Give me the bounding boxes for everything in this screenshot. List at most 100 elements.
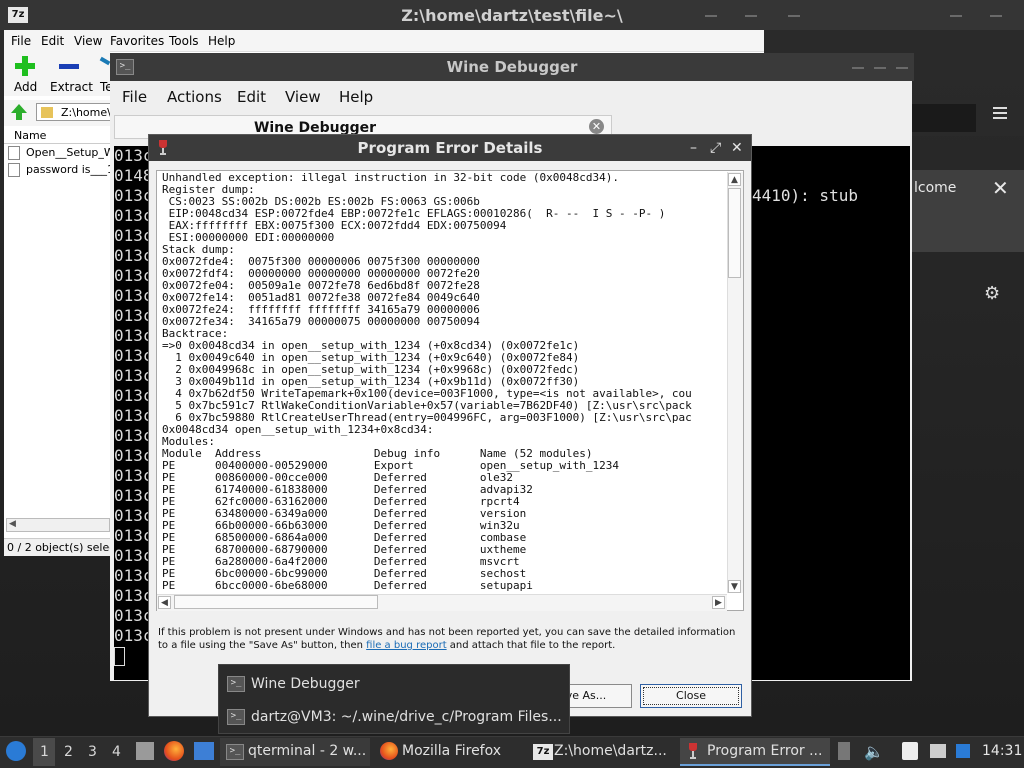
- debugger-maximize-icon[interactable]: [874, 67, 886, 69]
- zip-maximize-icon[interactable]: [745, 15, 757, 17]
- clock: 14:31: [982, 743, 1023, 759]
- extract-button[interactable]: Extract: [50, 80, 93, 94]
- terminal-line: 013c: [114, 486, 153, 505]
- debugger-title-bar[interactable]: Wine Debugger: [110, 53, 914, 81]
- task-label-firefox[interactable]: Mozilla Firefox: [402, 743, 501, 759]
- terminal-line: 013c: [114, 566, 153, 585]
- zip-menu-favorites[interactable]: Favorites: [110, 34, 164, 48]
- zip-menu-tools[interactable]: Tools: [169, 34, 199, 48]
- debugger-window-title: Wine Debugger: [446, 58, 578, 76]
- scroll-left-icon[interactable]: ◀: [9, 519, 16, 529]
- debugger-menu-bar: File Actions Edit View Help: [110, 81, 912, 113]
- terminal-line: 013c: [114, 266, 153, 285]
- horizontal-scroll-thumb[interactable]: [174, 595, 378, 609]
- zip-menu-edit[interactable]: Edit: [41, 34, 64, 48]
- window-control-icon[interactable]: [990, 15, 1002, 17]
- error-details-textbox[interactable]: Unhandled exception: illegal instruction…: [156, 170, 744, 611]
- address-text: Z:\home\d: [61, 106, 111, 119]
- desktop-icon[interactable]: [194, 742, 214, 760]
- terminal-line: 013c: [114, 626, 153, 645]
- address-input[interactable]: Z:\home\d: [36, 103, 112, 121]
- wine-glass-icon: [688, 742, 698, 760]
- debugger-menu-actions[interactable]: Actions: [167, 88, 222, 106]
- folder-icon: [41, 107, 53, 118]
- terminal-cursor: [114, 647, 125, 666]
- clipboard-icon[interactable]: [902, 742, 918, 760]
- up-folder-icon[interactable]: [10, 103, 28, 121]
- zip-menu-help[interactable]: Help: [208, 34, 235, 48]
- gear-icon[interactable]: ⚙: [984, 283, 1000, 304]
- zip-status-bar: 0 / 2 object(s) selected: [4, 538, 110, 556]
- debugger-menu-help[interactable]: Help: [339, 88, 373, 106]
- popup-item-wine-debugger[interactable]: >_ Wine Debugger: [227, 671, 360, 697]
- add-button[interactable]: Add: [14, 80, 37, 94]
- close-icon[interactable]: ✕: [992, 176, 1009, 200]
- error-dialog-title-bar[interactable]: Program Error Details: [149, 135, 751, 161]
- add-icon[interactable]: [14, 55, 36, 77]
- terminal-line: 013c: [114, 326, 153, 345]
- scroll-down-icon[interactable]: ▼: [728, 580, 741, 593]
- 7zip-logo-icon: 7z: [8, 7, 28, 23]
- terminal-line: 013c: [114, 306, 153, 325]
- terminal-line: 013c: [114, 526, 153, 545]
- zip-menu-file[interactable]: File: [11, 34, 31, 48]
- zip-address-bar: Z:\home\d: [4, 100, 112, 126]
- 7zip-logo-icon: 7z: [533, 744, 553, 760]
- workspace-3[interactable]: 3: [88, 744, 97, 760]
- debugger-menu-view[interactable]: View: [285, 88, 321, 106]
- zip-close-icon[interactable]: [788, 15, 800, 17]
- scroll-right-icon[interactable]: ▶: [712, 596, 725, 609]
- hamburger-menu-icon[interactable]: [993, 112, 1007, 114]
- terminal-icon: >_: [227, 676, 245, 692]
- terminal-icon: >_: [226, 744, 244, 760]
- task-label-7zip[interactable]: Z:\home\dartz...: [554, 743, 667, 759]
- window-control-icon[interactable]: [950, 15, 962, 17]
- terminal-line: 013c: [114, 606, 153, 625]
- network-icon[interactable]: [930, 744, 946, 758]
- error-details-text: Unhandled exception: illegal instruction…: [162, 171, 692, 592]
- scroll-left-icon[interactable]: ◀: [158, 596, 171, 609]
- start-menu-icon[interactable]: [6, 741, 26, 761]
- zip-toolbar: Add Extract Te: [4, 51, 113, 96]
- debugger-minimize-icon[interactable]: [852, 67, 864, 69]
- zip-horizontal-scrollbar[interactable]: ◀: [6, 518, 110, 532]
- right-panel-input[interactable]: [912, 104, 976, 132]
- terminal-stub-text: 4410): stub: [752, 186, 858, 205]
- workspace-1[interactable]: 1: [40, 744, 49, 760]
- wine-glass-icon: [158, 139, 168, 155]
- dialog-close-icon[interactable]: ✕: [731, 140, 743, 156]
- close-button[interactable]: Close: [640, 684, 742, 708]
- list-item[interactable]: Open__Setup_Wi: [8, 145, 110, 161]
- volume-icon[interactable]: 🔈: [864, 742, 884, 761]
- popup-item-label: Wine Debugger: [251, 676, 360, 692]
- debugger-menu-file[interactable]: File: [122, 88, 147, 106]
- file-name: Open__Setup_Wi: [26, 146, 110, 159]
- tab-close-icon[interactable]: ✕: [589, 119, 604, 134]
- extract-icon[interactable]: [59, 64, 79, 69]
- error-dialog-title: Program Error Details: [357, 139, 543, 157]
- terminal-line: 013c: [114, 246, 153, 265]
- file-manager-icon[interactable]: [136, 742, 154, 760]
- file-icon: [8, 146, 20, 160]
- popup-item-terminal[interactable]: >_ dartz@VM3: ~/.wine/drive_c/Program Fil…: [227, 704, 562, 730]
- workspace-2[interactable]: 2: [64, 744, 73, 760]
- scroll-tray-icon[interactable]: [838, 742, 850, 760]
- list-item[interactable]: password is___12: [8, 162, 110, 178]
- workspace-4[interactable]: 4: [112, 744, 121, 760]
- firefox-icon[interactable]: [164, 741, 184, 761]
- zip-minimize-icon[interactable]: [705, 15, 717, 17]
- vertical-scroll-thumb[interactable]: [728, 188, 741, 278]
- file-bug-report-link[interactable]: file a bug report: [366, 640, 446, 651]
- zip-menu-view[interactable]: View: [74, 34, 102, 48]
- scroll-up-icon[interactable]: ▲: [728, 173, 741, 186]
- update-icon[interactable]: [956, 744, 970, 758]
- error-info-text: If this problem is not present under Win…: [158, 626, 748, 652]
- debugger-menu-edit[interactable]: Edit: [237, 88, 266, 106]
- debugger-close-icon[interactable]: [896, 67, 908, 69]
- dialog-minimize-icon[interactable]: –: [690, 140, 697, 156]
- test-icon[interactable]: [99, 56, 111, 66]
- column-header-name[interactable]: Name: [4, 128, 110, 144]
- dialog-maximize-icon[interactable]: ⤢: [710, 140, 721, 156]
- zip-title-bar[interactable]: Z:\home\dartz\test\file~\: [0, 0, 1024, 30]
- terminal-line: 013c: [114, 426, 153, 445]
